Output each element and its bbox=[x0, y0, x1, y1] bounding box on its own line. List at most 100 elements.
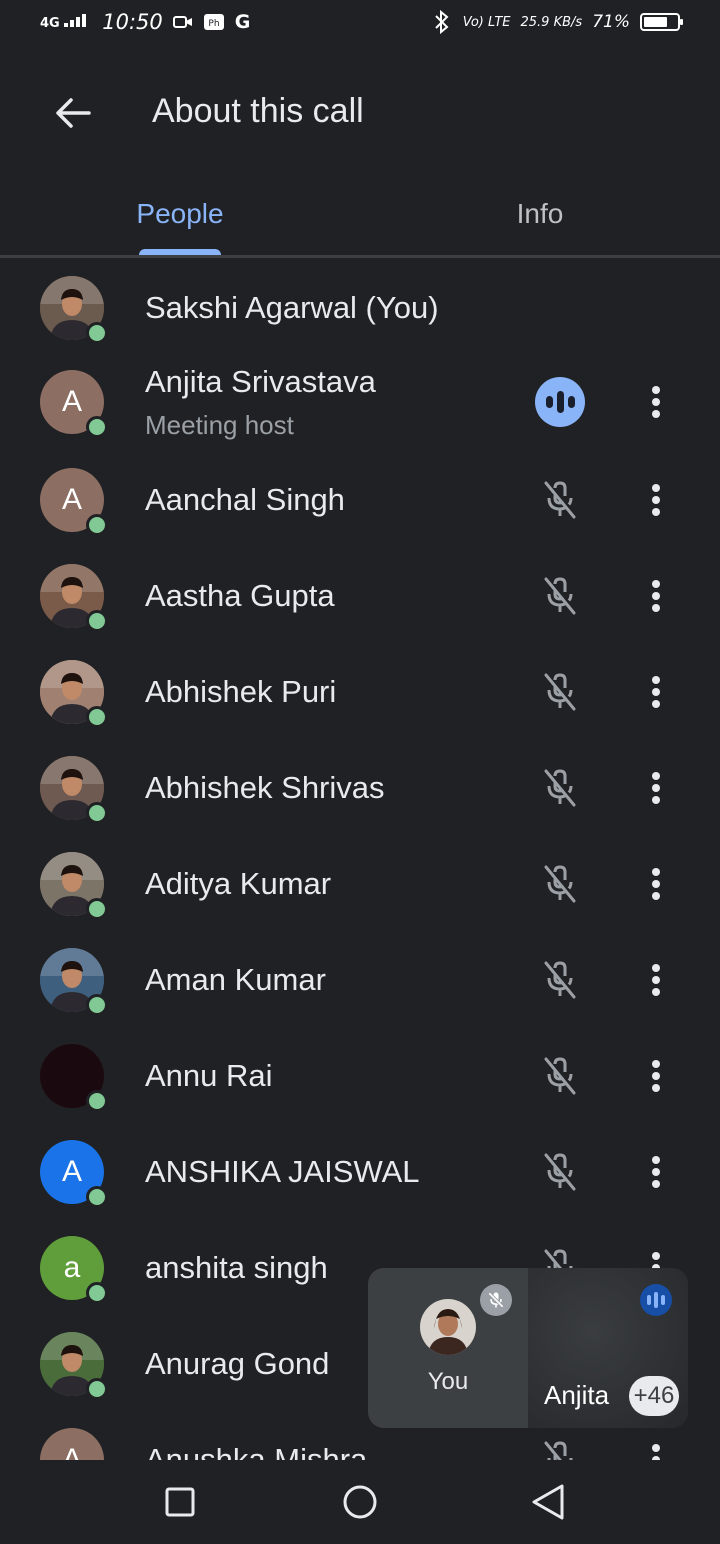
more-vert-icon bbox=[652, 772, 660, 804]
online-status-dot bbox=[86, 1282, 108, 1304]
battery-fill bbox=[644, 17, 667, 27]
participant-row[interactable]: A Aanchal Singh bbox=[0, 454, 720, 550]
tab-people[interactable]: People bbox=[80, 172, 280, 255]
participant-avatar-wrap: A bbox=[40, 1140, 108, 1208]
participant-name: ANSHIKA JAISWAL bbox=[145, 1154, 420, 1189]
participant-name: Aastha Gupta bbox=[145, 578, 335, 613]
participant-row[interactable]: A ANSHIKA JAISWAL bbox=[0, 1126, 720, 1222]
mic-off-icon bbox=[544, 481, 576, 519]
more-options-button[interactable] bbox=[636, 859, 676, 909]
participant-row[interactable]: Aastha Gupta bbox=[0, 550, 720, 646]
more-options-button[interactable] bbox=[636, 571, 676, 621]
video-call-icon bbox=[172, 16, 192, 28]
participant-avatar-wrap bbox=[40, 948, 108, 1016]
participant-avatar-wrap bbox=[40, 660, 108, 728]
participant-row[interactable]: Annu Rai bbox=[0, 1030, 720, 1126]
online-status-dot bbox=[86, 1186, 108, 1208]
online-status-dot bbox=[86, 416, 108, 438]
network-speed-unit: KB/s bbox=[553, 14, 583, 30]
online-status-dot bbox=[86, 514, 108, 536]
arrow-back-icon bbox=[56, 98, 91, 128]
square-icon bbox=[165, 1487, 195, 1517]
more-vert-icon bbox=[652, 484, 660, 516]
participant-name: Sakshi Agarwal (You) bbox=[145, 290, 439, 325]
volte-indicator: Vo) LTE bbox=[462, 14, 511, 30]
clock: 10:50 bbox=[102, 10, 163, 34]
more-options-button[interactable] bbox=[636, 667, 676, 717]
more-options-button[interactable] bbox=[636, 955, 676, 1005]
more-options-button[interactable] bbox=[636, 475, 676, 525]
participant-name: anshita singh bbox=[145, 1250, 328, 1285]
speaking-indicator bbox=[535, 377, 585, 427]
online-status-dot bbox=[86, 898, 108, 920]
participant-avatar-wrap bbox=[40, 852, 108, 920]
mic-off-icon bbox=[544, 769, 576, 807]
participant-row[interactable]: A Anjita Srivastava Meeting host bbox=[0, 356, 720, 452]
participant-avatar-wrap: A bbox=[40, 468, 108, 536]
more-vert-icon bbox=[652, 964, 660, 996]
more-options-button[interactable] bbox=[636, 1147, 676, 1197]
back-button[interactable] bbox=[48, 88, 98, 138]
online-status-dot bbox=[86, 706, 108, 728]
self-muted-badge bbox=[480, 1284, 512, 1316]
mic-status bbox=[535, 955, 585, 1005]
online-status-dot bbox=[86, 1090, 108, 1112]
participant-avatar-wrap bbox=[40, 1332, 108, 1400]
more-vert-icon bbox=[652, 1156, 660, 1188]
more-options-button[interactable] bbox=[636, 377, 676, 427]
mic-off-icon bbox=[544, 673, 576, 711]
online-status-dot bbox=[86, 994, 108, 1016]
more-vert-icon bbox=[652, 1444, 660, 1460]
circle-icon bbox=[343, 1485, 377, 1519]
mic-status bbox=[535, 667, 585, 717]
self-avatar bbox=[420, 1299, 476, 1355]
signal-bars-icon bbox=[64, 14, 87, 27]
participant-row[interactable]: Aman Kumar bbox=[0, 934, 720, 1030]
participant-name: Abhishek Shrivas bbox=[145, 770, 385, 805]
system-nav-bar bbox=[0, 1460, 720, 1544]
participant-role: Meeting host bbox=[145, 410, 294, 440]
active-tab-indicator bbox=[139, 249, 221, 255]
participant-name: Abhishek Puri bbox=[145, 674, 337, 709]
recents-button[interactable] bbox=[158, 1480, 202, 1524]
more-options-button[interactable] bbox=[636, 1051, 676, 1101]
signal-indicator: 4G bbox=[40, 13, 92, 31]
self-tile-label: You bbox=[427, 1368, 469, 1395]
tab-info[interactable]: Info bbox=[440, 172, 640, 255]
app-bar: About this call bbox=[0, 56, 720, 172]
self-tile[interactable]: You bbox=[368, 1268, 528, 1428]
more-participants-badge[interactable]: +46 bbox=[629, 1376, 679, 1416]
mic-status bbox=[535, 1051, 585, 1101]
participant-row[interactable]: Abhishek Puri bbox=[0, 646, 720, 742]
more-options-button[interactable] bbox=[636, 763, 676, 813]
participant-name: Aanchal Singh bbox=[145, 482, 345, 517]
speaker-tile[interactable]: Anjita +46 bbox=[528, 1268, 688, 1428]
speaking-indicator-icon bbox=[535, 377, 585, 427]
participant-name: Aman Kumar bbox=[145, 962, 326, 997]
more-options-button[interactable] bbox=[636, 1435, 676, 1460]
participant-avatar-wrap bbox=[40, 1044, 108, 1112]
online-status-dot bbox=[86, 802, 108, 824]
home-button[interactable] bbox=[338, 1480, 382, 1524]
mic-off-icon bbox=[544, 1153, 576, 1191]
network-speed: 25.9 KB/s bbox=[521, 15, 583, 30]
google-icon: G bbox=[234, 11, 251, 33]
call-preview[interactable]: You Anjita +46 bbox=[368, 1268, 688, 1428]
online-status-dot bbox=[86, 322, 108, 344]
avatar: A bbox=[40, 1428, 104, 1460]
participant-row[interactable]: Sakshi Agarwal (You) bbox=[0, 262, 720, 358]
participant-name: Anurag Gond bbox=[145, 1346, 330, 1381]
svg-text:Ph: Ph bbox=[208, 19, 219, 29]
back-nav-button[interactable] bbox=[526, 1480, 570, 1524]
participant-row[interactable]: Abhishek Shrivas bbox=[0, 742, 720, 838]
online-status-dot bbox=[86, 610, 108, 632]
mic-off-icon bbox=[488, 1292, 504, 1308]
mic-status bbox=[535, 763, 585, 813]
network-type: 4G bbox=[40, 16, 60, 31]
participant-row[interactable]: Aditya Kumar bbox=[0, 838, 720, 934]
participant-avatar-wrap: A bbox=[40, 370, 108, 438]
battery-percent: 71% bbox=[592, 12, 630, 32]
participant-name: Anushka Mishra bbox=[145, 1442, 368, 1460]
bluetooth-icon bbox=[434, 10, 449, 34]
more-vert-icon bbox=[652, 1060, 660, 1092]
